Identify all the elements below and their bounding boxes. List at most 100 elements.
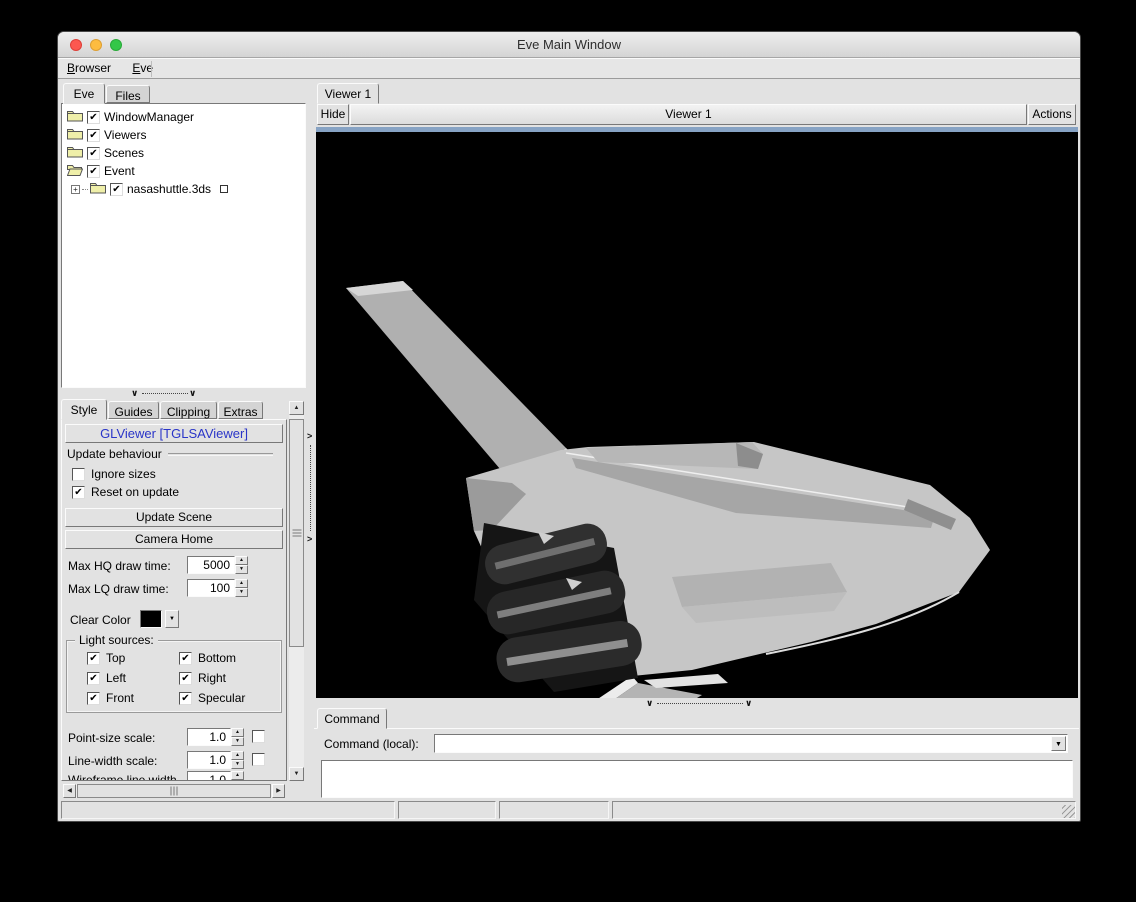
menu-eve[interactable]: Eve <box>123 59 162 78</box>
folder-icon <box>67 145 83 161</box>
spinner-up-icon[interactable]: ▲ <box>235 556 248 565</box>
light-left[interactable]: ✔Left <box>87 670 126 686</box>
tab-command[interactable]: Command <box>317 708 387 729</box>
tab-extras[interactable]: Extras <box>218 401 263 419</box>
tree-item-label[interactable]: Viewers <box>104 128 146 142</box>
scroll-left-icon[interactable]: ◀ <box>63 784 76 798</box>
camera-home-button[interactable]: Camera Home <box>65 530 283 549</box>
tree-item-viewers[interactable]: ✔ Viewers <box>62 126 305 144</box>
tree-checkbox[interactable]: ✔ <box>87 147 100 160</box>
viewer-command-splitter[interactable]: ∨ ∨ <box>316 699 1078 708</box>
spinner-down-icon[interactable]: ▼ <box>231 780 244 781</box>
point-size-spinner[interactable]: 1.0 ▲▼ <box>187 728 244 746</box>
wireframe-spinner[interactable]: 1.0 ▲▼ <box>187 771 244 781</box>
scroll-up-icon[interactable]: ▲ <box>289 401 304 415</box>
vscroll-thumb[interactable] <box>289 419 304 647</box>
chevron-right-icon: > <box>307 432 312 440</box>
titlebar[interactable]: Eve Main Window <box>58 32 1080 58</box>
menubar: Browser Eve <box>58 58 1080 79</box>
tree-style-splitter[interactable]: ∨ ∨ <box>61 388 306 399</box>
clear-color-dropdown[interactable]: ▼ <box>165 610 179 628</box>
spinner-down-icon[interactable]: ▼ <box>235 565 248 574</box>
checkbox-box[interactable] <box>72 468 85 481</box>
point-size-checkbox[interactable] <box>252 730 265 743</box>
tab-eve[interactable]: Eve <box>63 83 105 104</box>
spinner-up-icon[interactable]: ▲ <box>235 579 248 588</box>
style-vscrollbar[interactable]: ▲ ▼ <box>289 401 304 781</box>
tree-item-windowmanager[interactable]: ✔ WindowManager <box>62 108 305 126</box>
tree-item-label[interactable]: Scenes <box>104 146 144 160</box>
line-width-spinner[interactable]: 1.0 ▲▼ <box>187 751 244 769</box>
clear-color-swatch[interactable] <box>140 610 162 628</box>
checkbox-reset-on-update[interactable]: ✔ Reset on update <box>72 484 179 500</box>
tree-item-nasashuttle[interactable]: + ✔ nasashuttle.3ds <box>62 180 305 198</box>
tree-item-event[interactable]: ✔ Event <box>62 162 305 180</box>
scene-tree: ✔ WindowManager ✔ Viewers ✔ Scenes ✔ Eve… <box>61 103 306 388</box>
hide-button[interactable]: Hide <box>317 104 349 125</box>
light-sources-title: Light sources: <box>75 633 158 647</box>
spinner-up-icon[interactable]: ▲ <box>231 751 244 760</box>
menu-browser[interactable]: Browser <box>58 59 120 78</box>
tree-item-scenes[interactable]: ✔ Scenes <box>62 144 305 162</box>
command-input[interactable] <box>436 736 1052 751</box>
checkbox-box[interactable]: ✔ <box>72 486 85 499</box>
tab-guides[interactable]: Guides <box>108 401 159 419</box>
glviewer-header[interactable]: GLViewer [TGLSAViewer] <box>65 424 283 443</box>
spinner-down-icon[interactable]: ▼ <box>231 737 244 746</box>
light-top[interactable]: ✔Top <box>87 650 125 666</box>
line-width-value[interactable]: 1.0 <box>187 751 231 769</box>
tree-checkbox[interactable]: ✔ <box>87 165 100 178</box>
point-size-value[interactable]: 1.0 <box>187 728 231 746</box>
tree-item-label[interactable]: nasashuttle.3ds <box>127 182 211 196</box>
spinner-down-icon[interactable]: ▼ <box>235 588 248 597</box>
wireframe-value[interactable]: 1.0 <box>187 771 231 781</box>
tab-viewer1[interactable]: Viewer 1 <box>317 83 379 104</box>
light-sources-group: Light sources: ✔Top ✔Bottom ✔Left ✔Right… <box>66 640 282 713</box>
tab-files[interactable]: Files <box>106 85 150 103</box>
checkbox-ignore-sizes[interactable]: Ignore sizes <box>72 466 156 482</box>
max-hq-value[interactable]: 5000 <box>187 556 235 574</box>
main-vertical-splitter[interactable]: > > <box>306 79 315 801</box>
wireframe-label: Wireframe line width <box>68 773 177 781</box>
spinner-down-icon[interactable]: ▼ <box>231 760 244 769</box>
max-lq-value[interactable]: 100 <box>187 579 235 597</box>
resize-grip[interactable] <box>1062 805 1075 818</box>
max-lq-spinner[interactable]: 100 ▲▼ <box>187 579 248 597</box>
light-bottom[interactable]: ✔Bottom <box>179 650 236 666</box>
style-hscrollbar[interactable]: ◀ ▶ <box>63 784 285 798</box>
update-scene-button[interactable]: Update Scene <box>65 508 283 527</box>
command-combobox[interactable]: ▼ <box>434 734 1068 753</box>
light-specular[interactable]: ✔Specular <box>179 690 245 706</box>
window-title: Eve Main Window <box>58 32 1080 57</box>
tab-clipping[interactable]: Clipping <box>160 401 217 419</box>
desktop: { "titlebar": { "title": "Eve Main Windo… <box>0 0 1136 902</box>
render-state-box[interactable] <box>220 185 228 193</box>
spinner-up-icon[interactable]: ▲ <box>231 728 244 737</box>
expand-icon[interactable]: + <box>71 185 80 194</box>
tree-item-label[interactable]: Event <box>104 164 135 178</box>
scroll-down-icon[interactable]: ▼ <box>289 767 304 781</box>
scroll-right-icon[interactable]: ▶ <box>272 784 285 798</box>
light-front[interactable]: ✔Front <box>87 690 134 706</box>
max-hq-spinner[interactable]: 5000 ▲▼ <box>187 556 248 574</box>
line-width-checkbox[interactable] <box>252 753 265 766</box>
command-local-label: Command (local): <box>324 737 419 751</box>
tree-checkbox[interactable]: ✔ <box>87 111 100 124</box>
actions-button[interactable]: Actions <box>1028 104 1076 125</box>
chevron-down-icon: ∨ <box>131 389 138 397</box>
max-lq-label: Max LQ draw time: <box>68 582 169 596</box>
viewer-titlebar[interactable]: Viewer 1 <box>350 104 1027 125</box>
splitter-dots <box>657 703 743 704</box>
tree-checkbox[interactable]: ✔ <box>110 183 123 196</box>
hscroll-thumb[interactable] <box>77 784 271 798</box>
tree-item-label[interactable]: WindowManager <box>104 110 194 124</box>
status-cell-2 <box>398 801 496 819</box>
status-cell-1 <box>61 801 395 819</box>
light-right[interactable]: ✔Right <box>179 670 226 686</box>
tab-style[interactable]: Style <box>61 399 107 420</box>
combo-dropdown-icon[interactable]: ▼ <box>1051 736 1066 751</box>
tree-checkbox[interactable]: ✔ <box>87 129 100 142</box>
gl-viewer-canvas[interactable] <box>316 132 1078 698</box>
spinner-up-icon[interactable]: ▲ <box>231 771 244 780</box>
folder-icon <box>67 109 83 125</box>
